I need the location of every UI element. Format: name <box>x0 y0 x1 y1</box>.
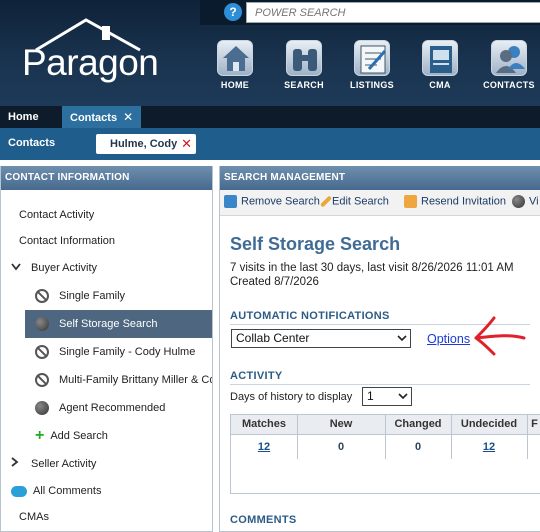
disabled-icon <box>35 289 49 304</box>
sidebar-item-seller-activity[interactable]: Seller Activity <box>1 450 212 478</box>
activity-label: ACTIVITY <box>230 370 283 382</box>
pencil-icon <box>319 195 333 208</box>
saved-search-single-family[interactable]: Single Family <box>1 282 212 310</box>
house-icon <box>217 40 253 76</box>
options-link[interactable]: Options <box>427 332 470 346</box>
listings-icon <box>354 40 390 76</box>
help-icon[interactable]: ? <box>224 3 242 21</box>
matches-count[interactable]: 12 <box>231 435 297 459</box>
contact-information-panel: CONTACT INFORMATION Contact Activity Con… <box>0 166 213 532</box>
grid-header[interactable]: Changed <box>385 415 451 435</box>
resend-invitation-button[interactable]: Resend Invitation <box>404 195 506 208</box>
panel-heading: SEARCH MANAGEMENT <box>220 166 540 190</box>
grid-header[interactable]: New <box>297 415 385 435</box>
grid-header[interactable]: Matches <box>231 415 297 435</box>
plus-icon: + <box>35 427 45 445</box>
chevron-down-icon <box>397 330 407 353</box>
nav-contacts[interactable]: CONTACTS <box>481 40 537 90</box>
created-date: Created 8/7/2026 <box>230 276 319 288</box>
add-search-button[interactable]: + Add Search <box>1 422 212 450</box>
comments-label: COMMENTS <box>230 514 297 526</box>
grid-header[interactable]: F <box>527 415 540 435</box>
undecided-count[interactable]: 12 <box>451 435 527 459</box>
sidebar-item-cmas[interactable]: CMAs <box>1 503 212 531</box>
chevron-down-icon <box>398 388 408 411</box>
view-button[interactable]: Vi <box>512 195 539 208</box>
disabled-icon <box>35 373 49 388</box>
sidebar-item-all-comments[interactable]: All Comments <box>1 477 212 505</box>
binoculars-icon <box>286 40 322 76</box>
comment-bubble-icon <box>11 485 27 497</box>
chevron-right-icon[interactable] <box>11 450 23 478</box>
chevron-down-icon[interactable] <box>11 254 23 282</box>
activity-grid: Matches New Changed Undecided F 12 0 0 1… <box>230 414 540 494</box>
nav-home[interactable]: HOME <box>207 40 263 90</box>
disabled-icon <box>35 345 49 360</box>
search-title: Self Storage Search <box>230 234 401 254</box>
saved-search-self-storage[interactable]: Self Storage Search <box>25 310 212 338</box>
nav-cma[interactable]: CMA <box>412 40 468 90</box>
globe-icon <box>35 317 49 332</box>
cma-icon <box>422 40 458 76</box>
globe-icon <box>512 195 525 208</box>
panel-heading: CONTACT INFORMATION <box>1 166 212 190</box>
new-count: 0 <box>337 441 345 453</box>
grid-header[interactable]: Undecided <box>451 415 527 435</box>
nav-search[interactable]: SEARCH <box>276 40 332 90</box>
close-icon[interactable]: ✕ <box>181 134 192 154</box>
open-contact-tab[interactable]: Hulme, Cody ✕ <box>96 134 196 154</box>
notification-select[interactable]: Collab Center <box>231 329 411 348</box>
saved-search-multi-family[interactable]: Multi-Family Brittany Miller & Co <box>1 366 212 394</box>
automatic-notifications-label: AUTOMATIC NOTIFICATIONS <box>230 310 390 322</box>
days-select[interactable]: 1 <box>362 387 412 406</box>
search-management-panel: SEARCH MANAGEMENT Remove Search Edit Sea… <box>219 166 540 532</box>
days-history-label: Days of history to display <box>230 391 353 403</box>
divider <box>527 415 528 459</box>
search-toolbar: Remove Search Edit Search Resend Invitat… <box>220 190 540 216</box>
power-search-input[interactable] <box>246 2 540 23</box>
main-tab-row: Home Contacts ✕ <box>0 106 540 128</box>
subbar-label: Contacts <box>8 137 56 149</box>
close-icon[interactable]: ✕ <box>123 110 133 124</box>
globe-icon <box>35 401 49 416</box>
tab-contacts[interactable]: Contacts ✕ <box>62 106 141 128</box>
sidebar-item-contact-information[interactable]: Contact Information <box>1 227 212 255</box>
divider <box>230 384 530 385</box>
remove-search-button[interactable]: Remove Search <box>224 195 320 208</box>
sidebar-item-contact-activity[interactable]: Contact Activity <box>1 201 212 229</box>
sidebar-item-buyer-activity[interactable]: Buyer Activity <box>1 254 212 282</box>
edit-search-button[interactable]: Edit Search <box>319 195 389 208</box>
envelope-icon <box>404 195 417 208</box>
saved-search-agent-recommended[interactable]: Agent Recommended <box>1 394 212 422</box>
changed-count: 0 <box>414 441 422 453</box>
contacts-subbar: Contacts Hulme, Cody ✕ <box>0 128 540 160</box>
annotation-arrow-icon <box>474 316 526 356</box>
app-header: ? Paragon HOME SEARCH LISTINGS CMA <box>0 0 540 106</box>
nav-listings[interactable]: LISTINGS <box>344 40 400 90</box>
tab-home[interactable]: Home <box>0 106 62 128</box>
paragon-logo[interactable]: Paragon <box>22 16 159 86</box>
contacts-icon <box>491 40 527 76</box>
logo-text: Paragon <box>22 42 159 83</box>
visit-summary: 7 visits in the last 30 days, last visit… <box>230 262 514 274</box>
saved-search-single-family-cody[interactable]: Single Family - Cody Hulme <box>1 338 212 366</box>
trash-icon <box>224 195 237 208</box>
